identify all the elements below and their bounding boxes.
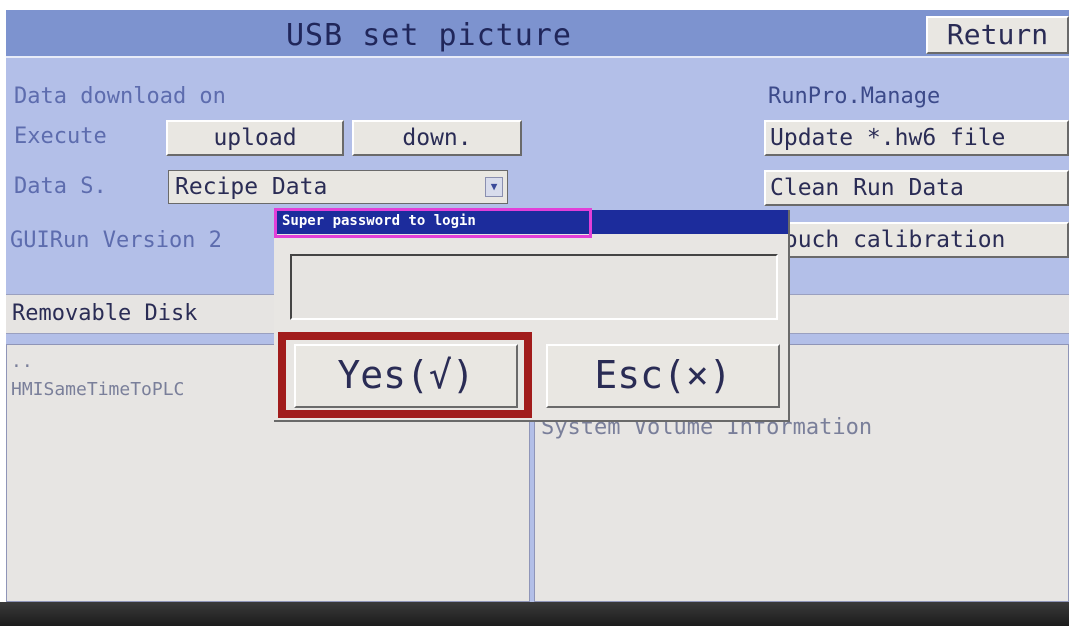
page-title: USB set picture — [286, 18, 572, 53]
touch-calibration-button[interactable]: Touch calibration — [764, 222, 1069, 258]
yes-highlight-box — [278, 332, 532, 418]
return-button[interactable]: Return — [926, 16, 1069, 54]
password-dialog: Super password to login Yes(√) Esc(×) — [274, 208, 790, 422]
data-source-select[interactable]: Recipe Data ▼ — [168, 170, 508, 204]
data-source-value: Recipe Data — [175, 174, 328, 200]
data-source-label: Data S. — [14, 174, 107, 199]
update-hw6-button[interactable]: Update *.hw6 file — [764, 120, 1069, 156]
disk-label: Removable Disk — [12, 301, 198, 326]
clean-run-data-button[interactable]: Clean Run Data — [764, 170, 1069, 206]
title-highlight-box — [274, 208, 592, 238]
execute-label: Execute — [14, 124, 107, 149]
guirun-version-text: GUIRun Version 2 — [10, 228, 222, 253]
password-input[interactable] — [290, 254, 778, 320]
esc-button[interactable]: Esc(×) — [546, 344, 780, 408]
runpro-group-label: RunPro.Manage — [768, 84, 941, 109]
title-bar: USB set picture Return — [6, 10, 1069, 58]
upload-button[interactable]: upload — [166, 120, 344, 156]
list-item[interactable]: HMISameTimeToPLC — [11, 379, 184, 400]
download-button[interactable]: down. — [352, 120, 522, 156]
chevron-down-icon[interactable]: ▼ — [485, 177, 503, 197]
hmi-screen: USB set picture Return Data download on … — [6, 10, 1069, 602]
caption-strip — [0, 0, 1069, 10]
screen-bezel — [0, 602, 1069, 626]
list-item[interactable]: .. — [11, 351, 33, 372]
data-download-group-label: Data download on — [14, 84, 226, 109]
